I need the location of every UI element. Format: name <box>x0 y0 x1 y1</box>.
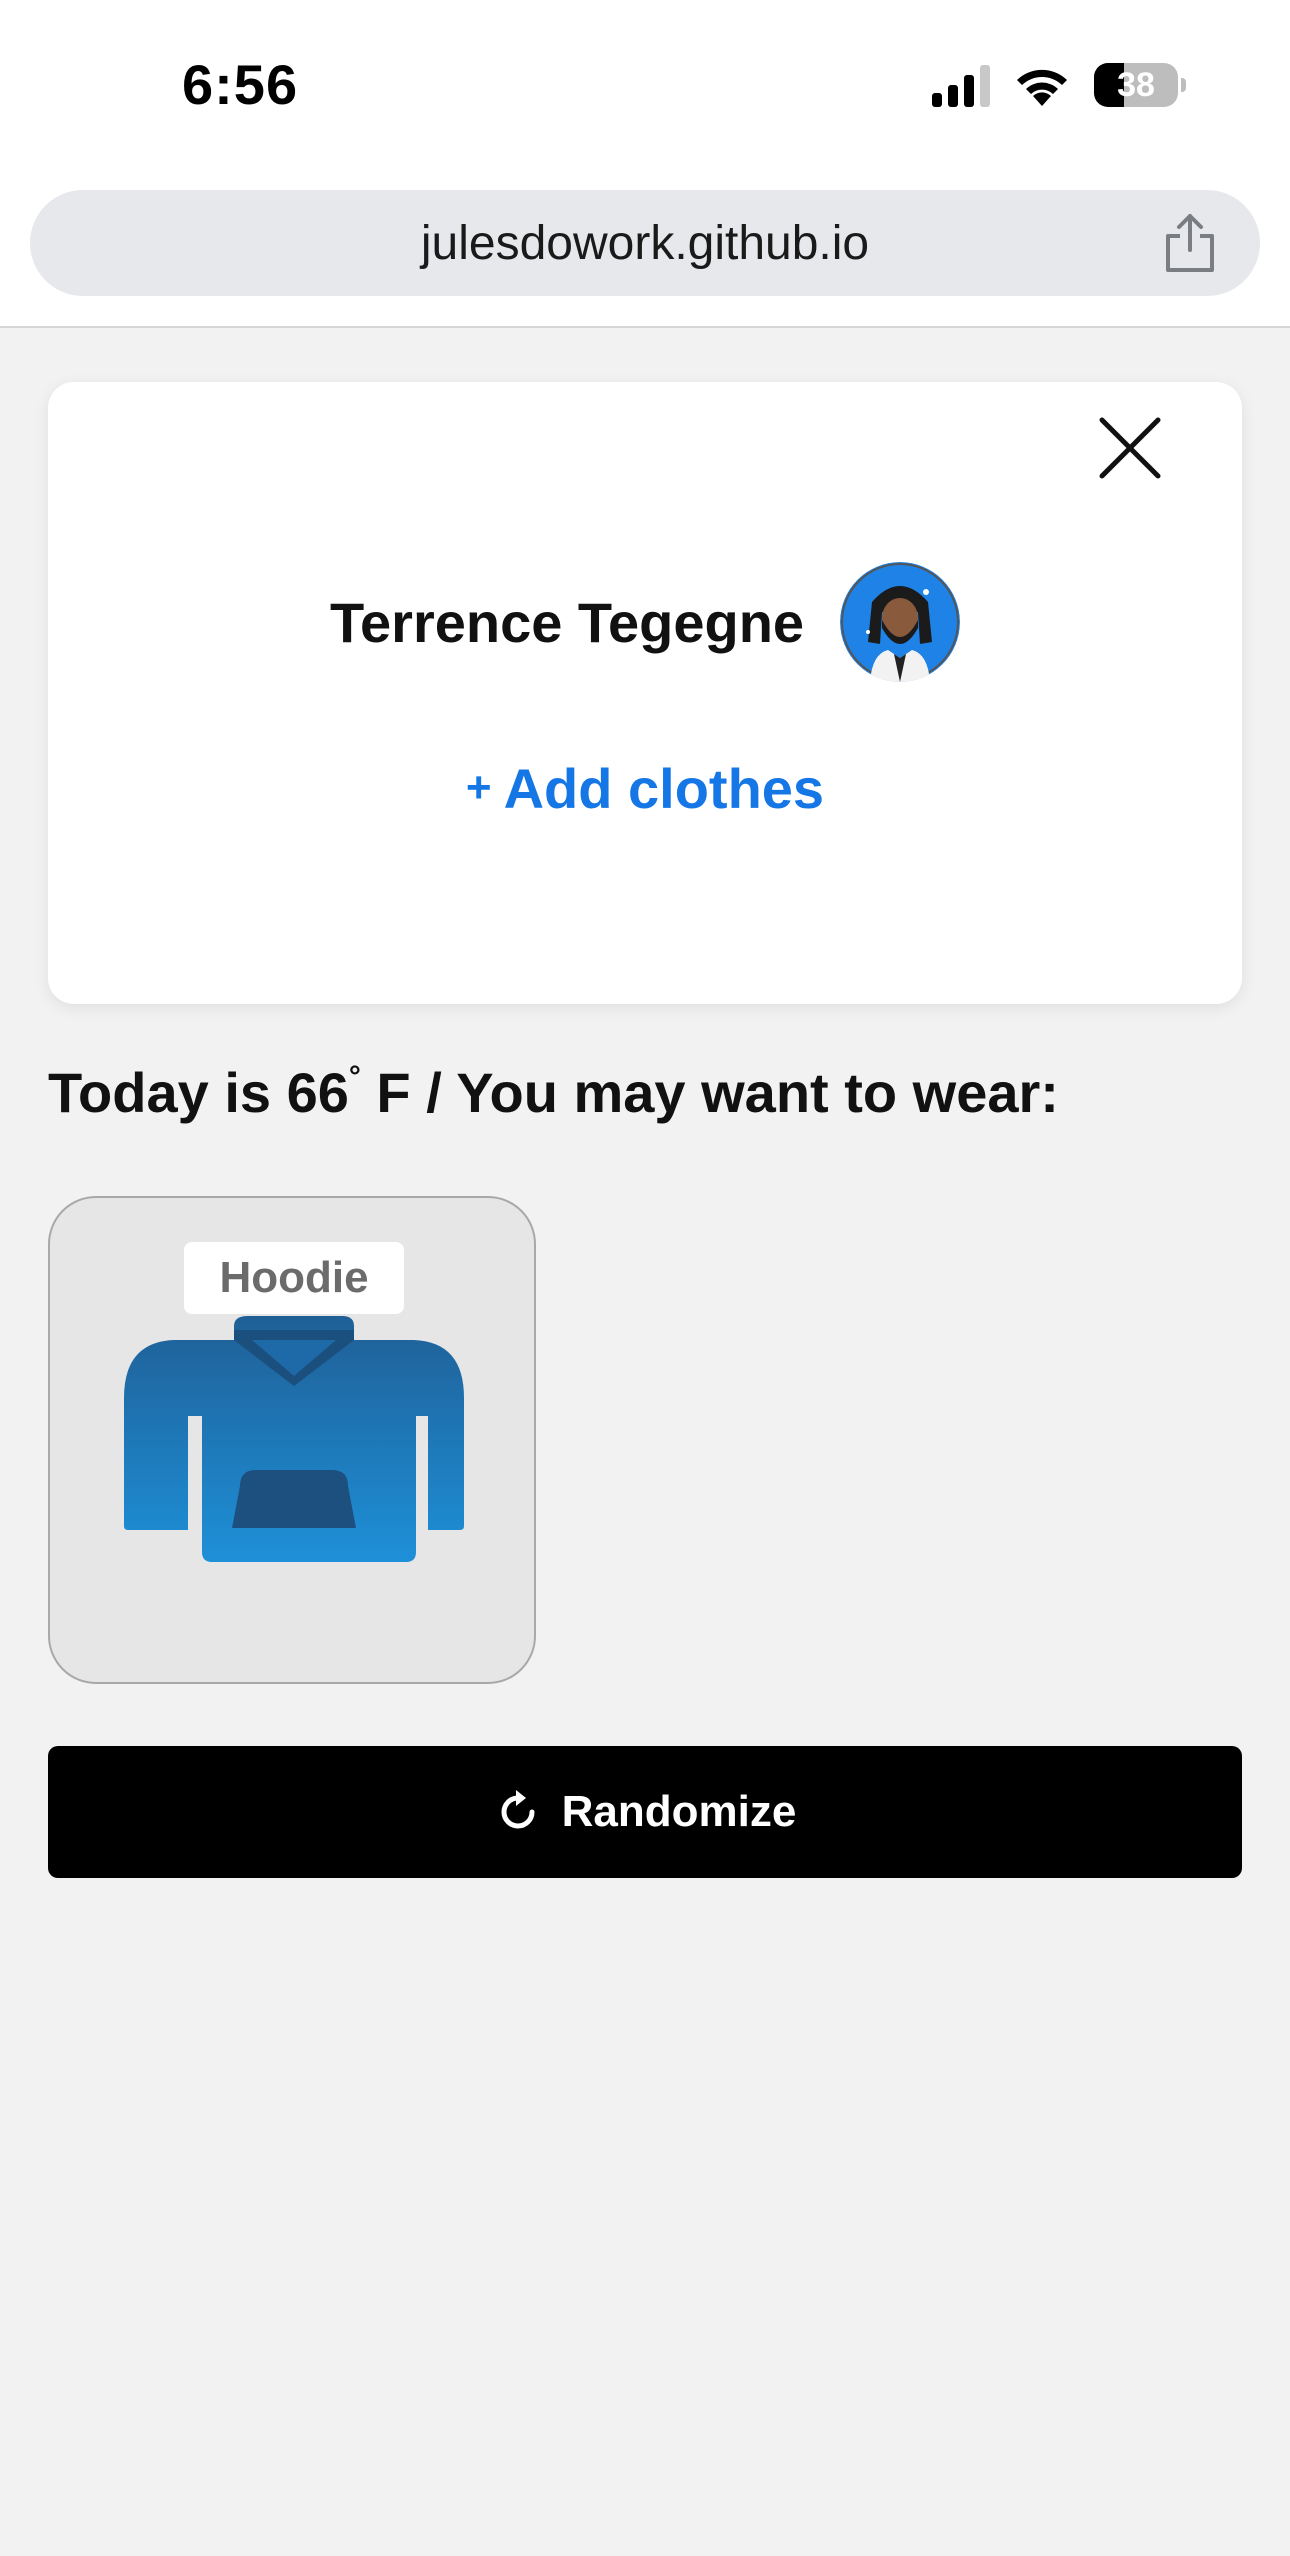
share-icon[interactable] <box>1160 212 1220 274</box>
cellular-signal-icon <box>932 63 990 107</box>
weather-prefix: Today is 66 <box>48 1061 349 1124</box>
randomize-label: Randomize <box>561 1787 797 1836</box>
weather-suffix: F / You may want to wear: <box>360 1061 1059 1124</box>
hoodie-icon <box>124 1316 464 1562</box>
profile-row: Terrence Tegegne <box>48 562 1242 682</box>
randomize-button[interactable]: Randomize <box>48 1746 1242 1878</box>
plus-icon: + <box>465 763 492 812</box>
wifi-icon <box>1017 69 1067 106</box>
refresh-icon <box>501 1790 535 1829</box>
profile-name: Terrence Tegegne <box>329 590 805 654</box>
add-clothes-label: Add clothes <box>503 757 825 820</box>
status-icons: 38 <box>932 60 1186 110</box>
address-bar[interactable]: julesdowork.github.io <box>30 190 1260 296</box>
degree-symbol: ° <box>348 1060 361 1093</box>
profile-card: Terrence Tegegne + Add clothes <box>48 382 1242 1004</box>
battery-level: 38 <box>1117 65 1155 104</box>
battery-icon: 38 <box>1094 63 1186 107</box>
avatar[interactable] <box>840 562 961 682</box>
clothing-label: Hoodie <box>184 1242 404 1314</box>
browser-chrome: 6:56 38 julesdowork.github.io <box>0 0 1290 328</box>
close-icon[interactable] <box>1094 412 1166 484</box>
url-text: julesdowork.github.io <box>420 216 870 270</box>
add-clothes-link[interactable]: + Add clothes <box>48 756 1242 821</box>
clothing-tile[interactable]: Hoodie <box>48 1196 536 1684</box>
status-time: 6:56 <box>182 53 299 116</box>
weather-heading: Today is 66° F / You may want to wear: <box>48 1060 1059 1125</box>
